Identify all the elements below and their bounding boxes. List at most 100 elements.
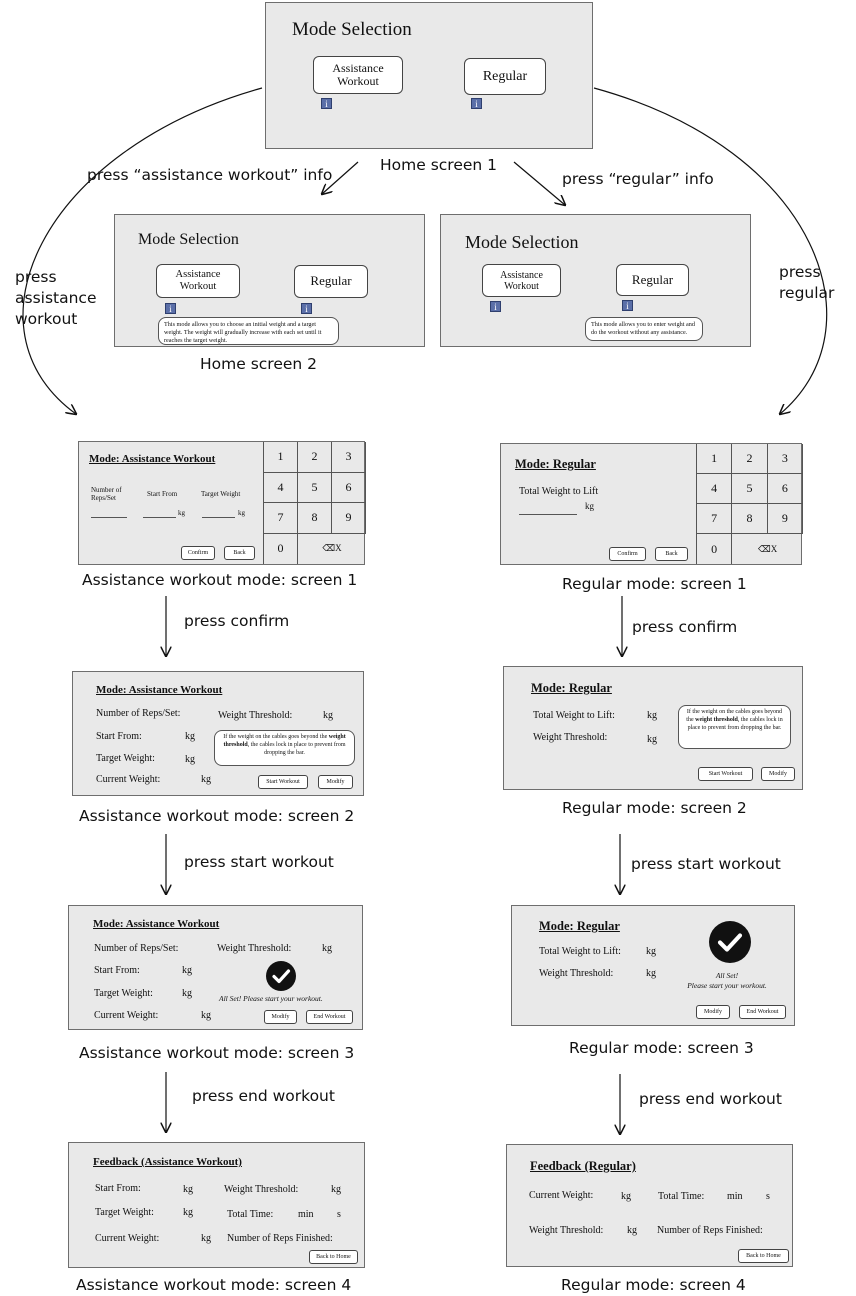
regular-button[interactable]: Regular — [294, 265, 368, 298]
kg-unit: kg — [331, 1184, 341, 1195]
key-4[interactable]: 4 — [697, 474, 733, 504]
regular-button[interactable]: Regular — [464, 58, 546, 95]
start-from-label: Start From: — [96, 731, 142, 742]
back-button[interactable]: Back — [224, 546, 255, 560]
target-weight-label: Target Weight: — [96, 753, 155, 764]
target-weight-label: Target Weight — [201, 490, 241, 498]
reps-finished-label: Number of Reps Finished: — [657, 1225, 763, 1236]
start-workout-button[interactable]: Start Workout — [258, 775, 308, 789]
info-icon[interactable]: i — [471, 98, 482, 109]
key-9[interactable]: 9 — [332, 503, 366, 534]
backspace-key[interactable]: ⌫X — [298, 534, 366, 565]
reps-input[interactable] — [91, 517, 127, 518]
kg-unit: kg — [322, 943, 332, 954]
key-3[interactable]: 3 — [332, 442, 366, 473]
key-8[interactable]: 8 — [732, 504, 768, 534]
label-press-end: press end workout — [639, 1090, 782, 1108]
assist-info-tooltip: This mode allows you to choose an initia… — [158, 317, 339, 345]
kg-unit: kg — [201, 774, 211, 785]
home-screen-2-assist: Mode Selection Assistance Workout Regular… — [114, 214, 425, 347]
key-8[interactable]: 8 — [298, 503, 332, 534]
info-icon[interactable]: i — [622, 300, 633, 311]
weight-threshold-label: Weight Threshold: — [533, 732, 608, 743]
backspace-key[interactable]: ⌫X — [732, 534, 803, 564]
current-weight-label: Current Weight: — [94, 1010, 159, 1021]
start-workout-button[interactable]: Start Workout — [698, 767, 753, 781]
key-1[interactable]: 1 — [697, 444, 733, 474]
key-5[interactable]: 5 — [298, 472, 332, 503]
seconds-unit: s — [337, 1209, 341, 1220]
key-5[interactable]: 5 — [732, 474, 768, 504]
assistance-workout-button[interactable]: Assistance Workout — [482, 264, 561, 297]
assist-screen-2: Mode: Assistance Workout Number of Reps/… — [72, 671, 364, 796]
caption-regular-1: Regular mode: screen 1 — [562, 575, 747, 593]
total-weight-label: Total Weight to Lift: — [539, 946, 621, 957]
key-9[interactable]: 9 — [767, 504, 803, 534]
caption-home-1: Home screen 1 — [380, 156, 498, 174]
kg-unit: kg — [647, 734, 657, 745]
key-6[interactable]: 6 — [767, 474, 803, 504]
caption-regular-3: Regular mode: screen 3 — [569, 1039, 754, 1057]
back-to-home-button[interactable]: Back to Home — [738, 1249, 789, 1263]
weight-threshold-label: Weight Threshold: — [529, 1225, 604, 1236]
modify-button[interactable]: Modify — [761, 767, 795, 781]
minutes-unit: min — [298, 1209, 314, 1220]
mode-title: Mode: Regular — [539, 919, 620, 933]
back-to-home-button[interactable]: Back to Home — [309, 1250, 358, 1264]
start-from-input[interactable] — [143, 517, 176, 518]
total-time-label: Total Time: — [227, 1209, 274, 1220]
back-button[interactable]: Back — [655, 547, 688, 561]
threshold-tooltip: If the weight on the cables goes beyond … — [214, 730, 355, 766]
current-weight-label: Current Weight: — [529, 1190, 594, 1201]
checkmark-icon — [709, 921, 751, 963]
reps-label: Number of Reps/Set — [91, 486, 122, 502]
target-weight-label: Target Weight: — [95, 1207, 154, 1218]
target-weight-label: Target Weight: — [94, 988, 153, 999]
total-weight-input[interactable] — [519, 514, 577, 515]
number-keypad: 1 2 3 4 5 6 7 8 9 0 ⌫X — [696, 444, 803, 564]
threshold-tooltip: If the weight on the cables goes beyond … — [678, 705, 791, 749]
checkmark-icon — [266, 961, 296, 991]
end-workout-button[interactable]: End Workout — [306, 1010, 353, 1024]
reps-label: Number of Reps/Set: — [96, 708, 181, 719]
modify-button[interactable]: Modify — [264, 1010, 297, 1024]
end-workout-button[interactable]: End Workout — [739, 1005, 786, 1019]
all-set-message: All Set! Please start your workout. — [219, 994, 323, 1003]
key-4[interactable]: 4 — [264, 472, 298, 503]
confirm-button[interactable]: Confirm — [609, 547, 646, 561]
assistance-workout-button[interactable]: Assistance Workout — [156, 264, 240, 298]
confirm-button[interactable]: Confirm — [181, 546, 215, 560]
info-icon[interactable]: i — [321, 98, 332, 109]
key-1[interactable]: 1 — [264, 442, 298, 473]
key-6[interactable]: 6 — [332, 472, 366, 503]
assistance-workout-button[interactable]: Assistance Workout — [313, 56, 403, 94]
info-icon[interactable]: i — [301, 303, 312, 314]
key-3[interactable]: 3 — [767, 444, 803, 474]
target-weight-input[interactable] — [202, 517, 235, 518]
weight-threshold-label: Weight Threshold: — [539, 968, 614, 979]
feedback-title: Feedback (Regular) — [530, 1159, 636, 1173]
kg-unit: kg — [627, 1225, 637, 1236]
modify-button[interactable]: Modify — [696, 1005, 730, 1019]
key-7[interactable]: 7 — [264, 503, 298, 534]
home-screen-1: Mode Selection Assistance Workout Regular… — [265, 2, 593, 149]
key-2[interactable]: 2 — [732, 444, 768, 474]
label-press-assist: press assistance workout — [15, 268, 97, 328]
kg-unit: kg — [323, 710, 333, 721]
kg-unit: kg — [646, 968, 656, 979]
modify-button[interactable]: Modify — [318, 775, 353, 789]
info-icon[interactable]: i — [165, 303, 176, 314]
home-screen-2-regular: Mode Selection Assistance Workout Regular… — [440, 214, 751, 347]
mode-title: Mode: Assistance Workout — [89, 453, 216, 465]
start-from-label: Start From — [147, 490, 178, 498]
key-2[interactable]: 2 — [298, 442, 332, 473]
caption-assist-2: Assistance workout mode: screen 2 — [79, 807, 355, 825]
key-0[interactable]: 0 — [264, 533, 298, 564]
feedback-title: Feedback (Assistance Workout) — [93, 1156, 242, 1168]
key-7[interactable]: 7 — [697, 504, 733, 534]
reps-finished-label: Number of Reps Finished: — [227, 1233, 333, 1244]
info-icon[interactable]: i — [490, 301, 501, 312]
kg-unit: kg — [182, 965, 192, 976]
key-0[interactable]: 0 — [697, 534, 733, 564]
regular-button[interactable]: Regular — [616, 264, 689, 296]
